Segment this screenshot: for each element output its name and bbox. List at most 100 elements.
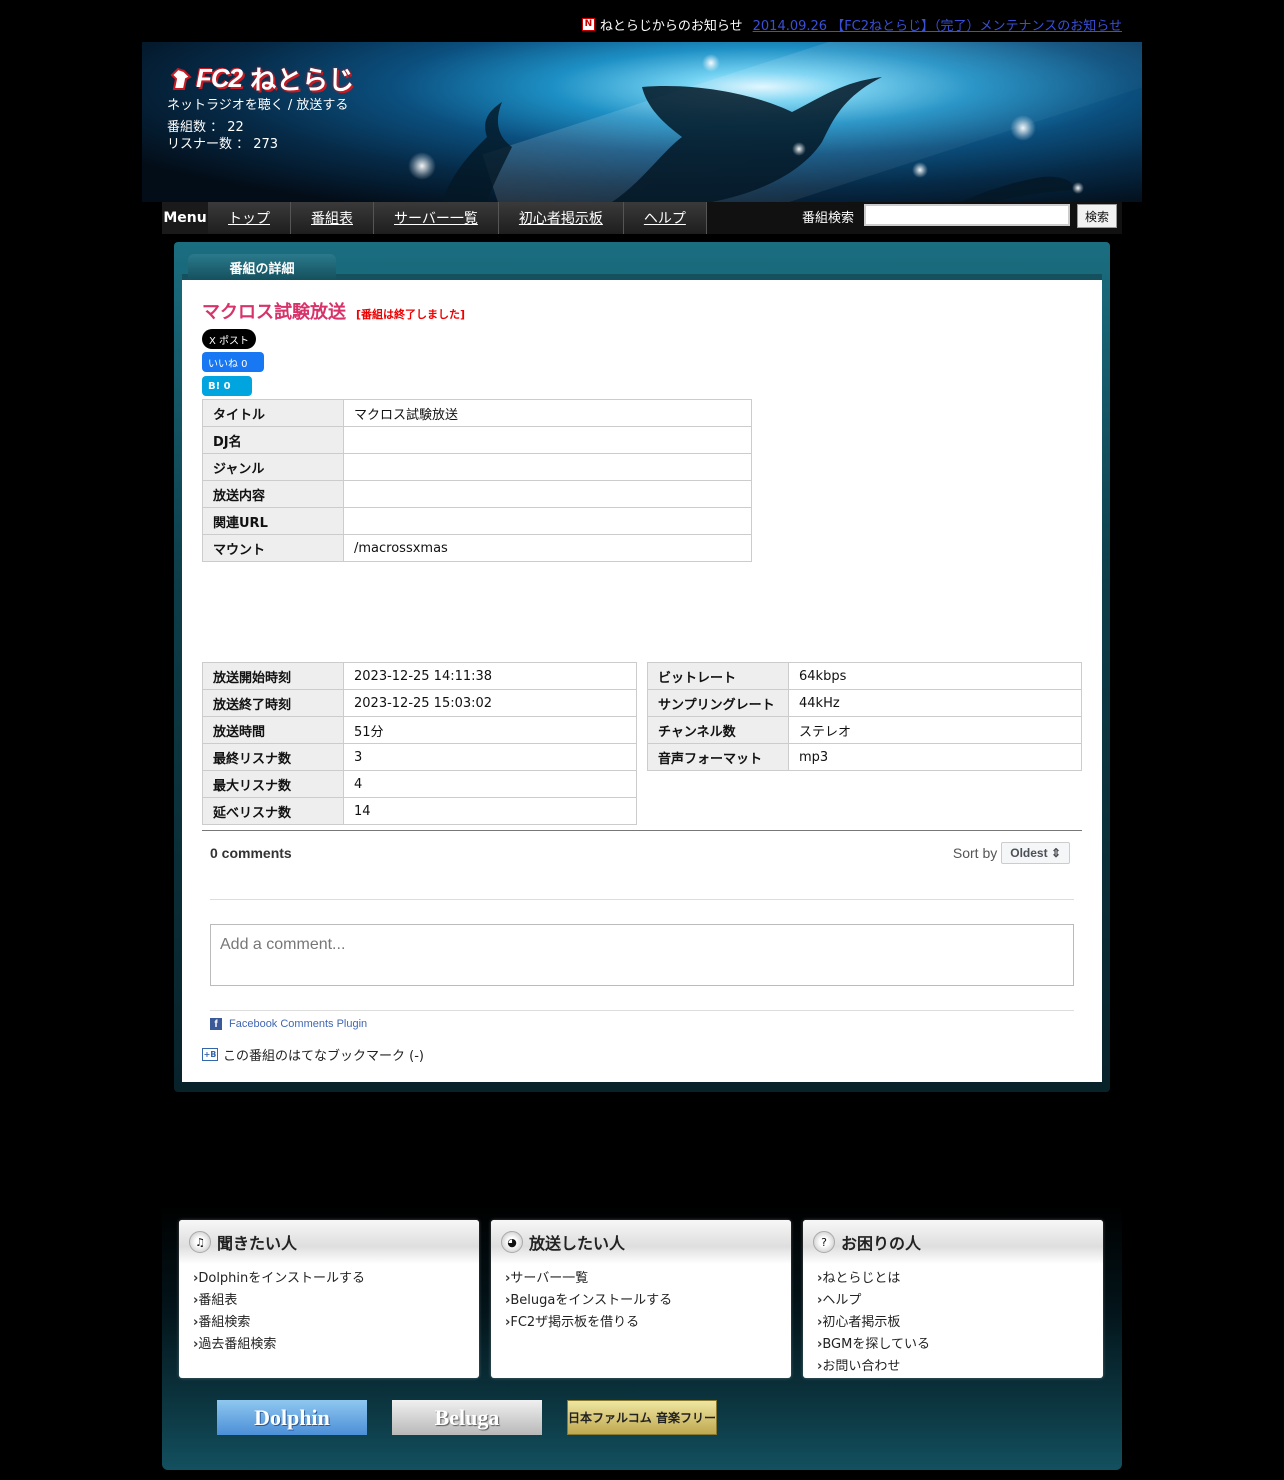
info-value [343,453,752,481]
logo-fc2: FC2 [196,63,243,93]
footer-link[interactable]: Dolphinをインストールする [193,1268,479,1290]
table-row: 放送時間 51分 [202,716,637,744]
content-frame: 番組の詳細 マクロス試験放送 [番組は終了しました] X ポスト いいね 0 B… [174,242,1110,1092]
hatena-bookmark-label: この番組のはてなブックマーク (-) [223,1049,424,1064]
facebook-comments-plugin-link[interactable]: f Facebook Comments Plugin [210,1018,367,1030]
box-title: 放送したい人 [529,1234,626,1253]
comment-input[interactable]: Add a comment... [210,924,1074,986]
search-input[interactable] [864,204,1070,226]
audio-value: mp3 [788,743,1082,771]
notice-label: ねとらじからのお知らせ [599,18,743,34]
box-title: 聞きたい人 [217,1234,298,1253]
program-count: 番組数 ： 22 [167,120,244,135]
timing-key: 最大リスナ数 [202,770,344,798]
footer-link[interactable]: 初心者掲示板 [817,1312,1103,1334]
site-tagline: ネットラジオを聴く / 放送する [167,98,349,113]
footer-link[interactable]: 番組検索 [193,1312,479,1334]
hatena-bookmark-button[interactable]: B! 0 [202,376,252,396]
nav-item-schedule[interactable]: 番組表 [291,202,374,234]
timing-key: 最終リスナ数 [202,743,344,771]
footer: ♫ 聞きたい人 Dolphinをインストールする 番組表 番組検索 過去番組検索… [162,1204,1122,1470]
table-row: 最大リスナ数 4 [202,770,637,798]
audio-value: 44kHz [788,689,1082,717]
broadcast-icon: ◕ [501,1231,523,1253]
sort-select[interactable]: Oldest ⇕ [1001,842,1070,864]
plugin-label: Facebook Comments Plugin [229,1018,368,1030]
site-stats: 番組数 ： 22 リスナー数 ： 273 [167,119,278,153]
main-nav: Menu トップ 番組表 サーバー一覧 初心者掲示板 ヘルプ 番組検索 検索 [162,202,1122,234]
info-key: ジャンル [202,453,344,481]
info-value: マクロス試験放送 [343,399,752,427]
x-post-button[interactable]: X ポスト [202,329,256,349]
divider [210,899,1074,900]
fc2-notice-icon: N [581,17,595,31]
footer-box-broadcasters: ◕ 放送したい人 サーバー一覧 Belugaをインストールする FC2ザ掲示板を… [491,1220,791,1378]
program-heading: マクロス試験放送 [番組は終了しました] [202,298,465,324]
detail-panel: マクロス試験放送 [番組は終了しました] X ポスト いいね 0 B! 0 タイ… [182,280,1102,1082]
sort-control: Sort by Oldest ⇕ [953,842,1070,864]
info-value [343,426,752,454]
info-value: /macrossxmas [343,534,752,562]
footer-link[interactable]: お問い合わせ [817,1356,1103,1378]
nav-item-servers[interactable]: サーバー一覧 [374,202,499,234]
hatena-bookmark-icon: +B [202,1048,218,1061]
site-logo[interactable]: FC2 ねとらじ [170,60,354,97]
timing-value: 3 [343,743,637,771]
tab-program-detail: 番組の詳細 [188,254,336,280]
nav-item-help[interactable]: ヘルプ [624,202,707,234]
info-key: 関連URL [202,507,344,535]
footer-link[interactable]: FC2ザ掲示板を借りる [505,1312,791,1334]
beluga-banner[interactable]: Beluga [392,1400,542,1435]
table-row: マウント/macrossxmas [202,534,752,562]
table-row: 放送終了時刻 2023-12-25 15:03:02 [202,689,637,717]
audio-spec-table: ビットレート 64kbps サンプリングレート 44kHz チャンネル数 ステレオ 音… [647,662,1082,771]
divider [210,1010,1074,1011]
listener-count: リスナー数 ： 273 [167,137,279,152]
timing-value: 2023-12-25 15:03:02 [343,689,637,717]
falcom-music-banner[interactable]: 日本ファルコム 音楽フリー [567,1400,717,1435]
notice-link[interactable]: 2014.09.26 【FC2ねとらじ】（完了）メンテナンスのお知らせ [753,15,1122,34]
table-row: DJ名 [202,426,752,454]
ended-badge: [番組は終了しました] [356,308,466,321]
sort-label: Sort by [952,845,998,861]
table-row: タイトル マクロス試験放送 [202,399,752,427]
sort-value: Oldest [1010,846,1048,860]
nav-item-top[interactable]: トップ [208,202,291,234]
search-button[interactable]: 検索 [1077,204,1117,228]
horse-logo-icon [170,67,192,90]
footer-link[interactable]: ねとらじとは [817,1268,1103,1290]
help-icon: ? [813,1231,835,1253]
audio-value: ステレオ [788,716,1082,744]
footer-link[interactable]: 番組表 [193,1290,479,1312]
info-key: マウント [202,534,344,562]
timing-key: 放送終了時刻 [202,689,344,717]
audio-key: 音声フォーマット [647,743,789,771]
footer-box-listeners: ♫ 聞きたい人 Dolphinをインストールする 番組表 番組検索 過去番組検索 [179,1220,479,1378]
timing-key: 延べリスナ数 [202,797,344,825]
logo-netoraji: ねとらじ [250,66,355,96]
facebook-like-button[interactable]: いいね 0 [202,352,264,372]
dolphin-banner[interactable]: Dolphin [217,1400,367,1435]
notice-bar: N ねとらじからのお知らせ 2014.09.26 【FC2ねとらじ】（完了）メン… [581,14,1122,34]
audio-value: 64kbps [788,662,1082,690]
hatena-bookmark-link[interactable]: +B この番組のはてなブックマーク (-) [202,1045,424,1064]
footer-link[interactable]: サーバー一覧 [505,1268,791,1290]
nav-item-beginner-board[interactable]: 初心者掲示板 [499,202,624,234]
footer-box-help: ? お困りの人 ねとらじとは ヘルプ 初心者掲示板 BGMを探している お問い合… [803,1220,1103,1378]
info-key: DJ名 [202,426,344,454]
comment-count: 0 comments [210,845,292,861]
divider [202,830,1082,831]
table-row: 関連URL [202,507,752,535]
table-row: ジャンル [202,453,752,481]
audio-key: サンプリングレート [647,689,789,717]
footer-link[interactable]: Belugaをインストールする [505,1290,791,1312]
footer-link[interactable]: ヘルプ [817,1290,1103,1312]
program-info-table: タイトル マクロス試験放送 DJ名 ジャンル 放送内容 関連URL マウント/ma… [202,399,752,562]
box-title: お困りの人 [841,1234,922,1253]
facebook-icon: f [210,1018,222,1030]
footer-link[interactable]: 過去番組検索 [193,1334,479,1356]
footer-link[interactable]: BGMを探している [817,1334,1103,1356]
table-row: サンプリングレート 44kHz [647,689,1082,717]
search-label: 番組検索 [802,211,855,226]
timing-value: 14 [343,797,637,825]
